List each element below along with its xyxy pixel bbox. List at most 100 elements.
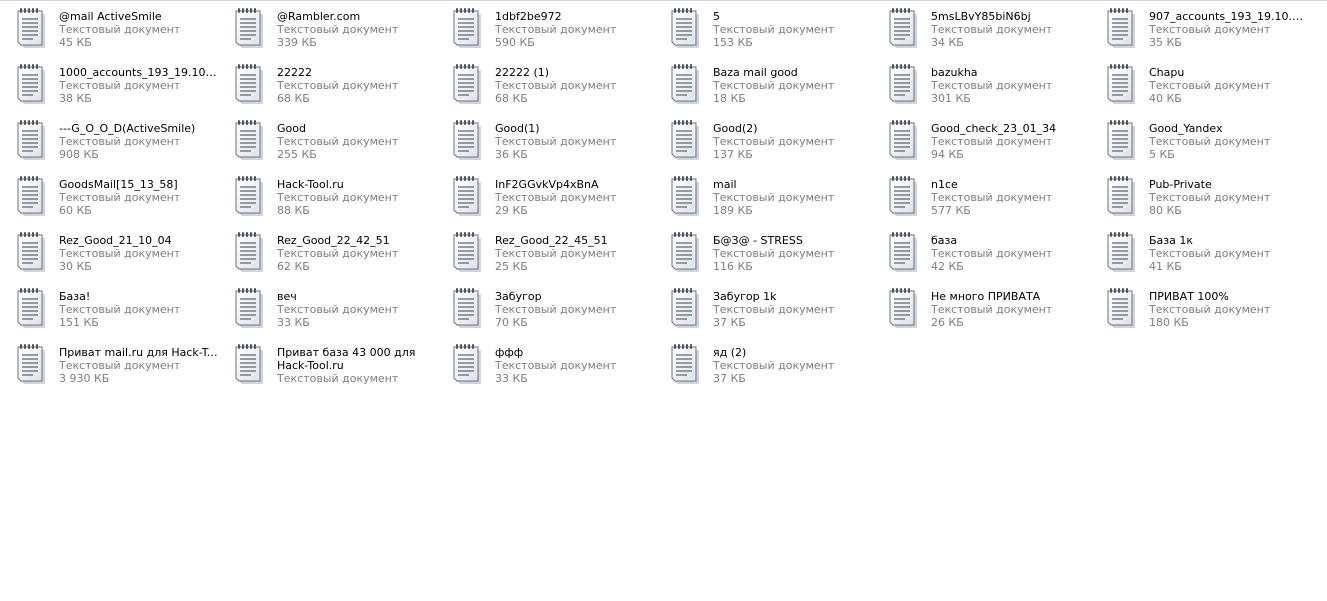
text-document-icon [17, 8, 45, 48]
file-item[interactable]: ПРИВАТ 100% Текстовый документ 180 КБ [1100, 287, 1318, 343]
file-item[interactable]: Good(1) Текстовый документ 36 КБ [446, 119, 664, 175]
file-item[interactable]: InF2GGvkVp4xBnA Текстовый документ 29 КБ [446, 175, 664, 231]
file-item[interactable]: 22222 Текстовый документ 68 КБ [228, 63, 446, 119]
text-document-icon [235, 344, 263, 384]
file-name: Chapu [1149, 66, 1185, 79]
file-item[interactable]: @Rambler.com Текстовый документ 339 КБ [228, 7, 446, 63]
text-document-icon [671, 64, 699, 104]
file-text: @mail ActiveSmile Текстовый документ 45 … [59, 10, 219, 49]
file-text: 1dbf2be972 Текстовый документ 590 КБ [495, 10, 655, 49]
file-text: Good(1) Текстовый документ 36 КБ [495, 122, 655, 161]
file-name: Приват mail.ru для Hack-Tool.ru [59, 346, 219, 359]
text-document-icon [1107, 288, 1135, 328]
file-type: Текстовый документ [931, 303, 1053, 316]
file-item[interactable]: @mail ActiveSmile Текстовый документ 45 … [10, 7, 228, 63]
file-item[interactable]: веч Текстовый документ 33 КБ [228, 287, 446, 343]
file-text: GoodsMail[15_13_58] Текстовый документ 6… [59, 178, 219, 217]
file-type: Текстовый документ [59, 23, 181, 36]
text-document-icon [235, 120, 263, 160]
file-item[interactable]: 5msLBvY85biN6bj Текстовый документ 34 КБ [882, 7, 1100, 63]
file-item[interactable]: Rez_Good_21_10_04 Текстовый документ 30 … [10, 231, 228, 287]
file-item[interactable]: Good_Yandex Текстовый документ 5 КБ [1100, 119, 1318, 175]
file-item[interactable]: mail Текстовый документ 189 КБ [664, 175, 882, 231]
file-name: Rez_Good_22_45_51 [495, 234, 608, 247]
file-item[interactable]: Не много ПРИВАТА Текстовый документ 26 К… [882, 287, 1100, 343]
file-text: Baza mail good Текстовый документ 18 КБ [713, 66, 873, 105]
file-size: 255 КБ [277, 148, 317, 161]
text-document-icon [1107, 64, 1135, 104]
file-item[interactable]: Chapu Текстовый документ 40 КБ [1100, 63, 1318, 119]
file-name: @mail ActiveSmile [59, 10, 162, 23]
top-border [0, 0, 1327, 1]
file-item[interactable]: ---G_O_O_D(ActiveSmile) Текстовый докуме… [10, 119, 228, 175]
file-item[interactable]: Rez_Good_22_42_51 Текстовый документ 62 … [228, 231, 446, 287]
text-document-icon [235, 8, 263, 48]
file-type: Текстовый документ [1149, 23, 1271, 36]
file-type: Текстовый документ [59, 247, 181, 260]
file-item[interactable]: Приват mail.ru для Hack-Tool.ru Текстовы… [10, 343, 228, 399]
file-item[interactable]: Good Текстовый документ 255 КБ [228, 119, 446, 175]
file-type: Текстовый документ [931, 79, 1053, 92]
file-item[interactable]: 1000_accounts_193_19.10.20... Текстовый … [10, 63, 228, 119]
file-size: 339 КБ [277, 36, 317, 49]
file-type: Текстовый документ [495, 303, 617, 316]
file-item[interactable]: База 1к Текстовый документ 41 КБ [1100, 231, 1318, 287]
file-size: 42 КБ [931, 260, 964, 273]
file-item[interactable]: Забугор 1k Текстовый документ 37 КБ [664, 287, 882, 343]
file-name: Good_check_23_01_34 [931, 122, 1057, 135]
file-item[interactable]: Приват база 43 000 для Hack-Tool.ru Текс… [228, 343, 446, 399]
file-name: база [931, 234, 958, 247]
file-type: Текстовый документ [59, 191, 181, 204]
file-size: 80 КБ [1149, 204, 1182, 217]
file-type: Текстовый документ [931, 191, 1053, 204]
file-item[interactable]: GoodsMail[15_13_58] Текстовый документ 6… [10, 175, 228, 231]
file-item[interactable]: 1dbf2be972 Текстовый документ 590 КБ [446, 7, 664, 63]
file-text: Good_check_23_01_34 Текстовый документ 9… [931, 122, 1091, 161]
file-item[interactable]: Б@З@ - STRESS Текстовый документ 116 КБ [664, 231, 882, 287]
file-item[interactable]: 22222 (1) Текстовый документ 68 КБ [446, 63, 664, 119]
text-document-icon [17, 232, 45, 272]
text-document-icon [889, 288, 917, 328]
file-item[interactable]: Baza mail good Текстовый документ 18 КБ [664, 63, 882, 119]
file-type: Текстовый документ [931, 135, 1053, 148]
file-item[interactable]: ффф Текстовый документ 33 КБ [446, 343, 664, 399]
file-size: 37 КБ [713, 316, 746, 329]
file-size: 301 КБ [931, 92, 971, 105]
text-document-icon [17, 176, 45, 216]
file-item[interactable]: Good(2) Текстовый документ 137 КБ [664, 119, 882, 175]
file-item[interactable]: Pub-Private Текстовый документ 80 КБ [1100, 175, 1318, 231]
file-text: Good_Yandex Текстовый документ 5 КБ [1149, 122, 1309, 161]
file-item[interactable]: База! Текстовый документ 151 КБ [10, 287, 228, 343]
file-type: Текстовый документ [713, 23, 835, 36]
file-item[interactable]: яд (2) Текстовый документ 37 КБ [664, 343, 882, 399]
file-name: ффф [495, 346, 524, 359]
file-item[interactable]: n1ce Текстовый документ 577 КБ [882, 175, 1100, 231]
file-item[interactable]: Good_check_23_01_34 Текстовый документ 9… [882, 119, 1100, 175]
file-size: 26 КБ [931, 316, 964, 329]
file-item[interactable]: Забугор Текстовый документ 70 КБ [446, 287, 664, 343]
file-text: Забугор Текстовый документ 70 КБ [495, 290, 655, 329]
file-text: 907_accounts_193_19.10.201... Текстовый … [1149, 10, 1309, 49]
text-document-icon [671, 8, 699, 48]
file-type: Текстовый документ [1149, 191, 1271, 204]
file-size: 30 КБ [59, 260, 92, 273]
file-text: mail Текстовый документ 189 КБ [713, 178, 873, 217]
file-text: база Текстовый документ 42 КБ [931, 234, 1091, 273]
file-text: База! Текстовый документ 151 КБ [59, 290, 219, 329]
file-item[interactable]: Hack-Tool.ru Текстовый документ 88 КБ [228, 175, 446, 231]
file-item[interactable]: Rez_Good_22_45_51 Текстовый документ 25 … [446, 231, 664, 287]
text-document-icon [235, 232, 263, 272]
file-item[interactable]: 5 Текстовый документ 153 КБ [664, 7, 882, 63]
text-document-icon [453, 232, 481, 272]
file-item[interactable]: bazukha Текстовый документ 301 КБ [882, 63, 1100, 119]
file-item[interactable]: база Текстовый документ 42 КБ [882, 231, 1100, 287]
file-size: 45 КБ [59, 36, 92, 49]
file-name: 1000_accounts_193_19.10.20... [59, 66, 219, 79]
file-item[interactable]: 907_accounts_193_19.10.201... Текстовый … [1100, 7, 1318, 63]
file-type: Текстовый документ [277, 247, 399, 260]
file-type: Текстовый документ [713, 247, 835, 260]
file-size: 577 КБ [931, 204, 971, 217]
file-name: Good_Yandex [1149, 122, 1223, 135]
file-name: 22222 [277, 66, 312, 79]
file-name: Pub-Private [1149, 178, 1212, 191]
